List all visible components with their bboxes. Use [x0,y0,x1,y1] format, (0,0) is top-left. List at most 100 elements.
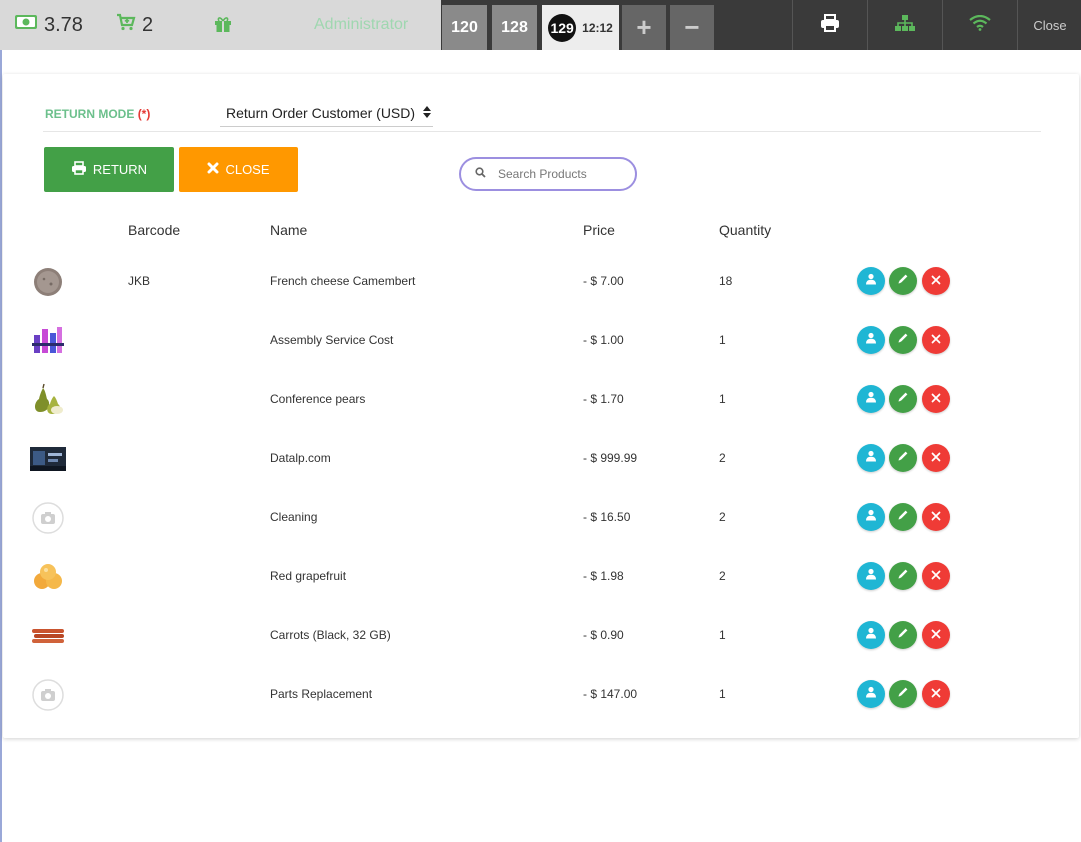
delete-item-button[interactable] [922,326,950,354]
pencil-icon [897,390,909,408]
cash-icon [14,13,38,37]
search-input[interactable] [496,166,620,182]
edit-item-button[interactable] [889,562,917,590]
product-thumbnail [30,677,66,713]
top-bar: 3.78 2 Administrator 120 128 129 12:12 +… [0,0,1081,50]
return-button[interactable]: RETURN [44,147,174,192]
assign-customer-button[interactable] [857,267,885,295]
edit-item-button[interactable] [889,267,917,295]
close-icon [931,390,941,408]
cheese-icon [34,268,62,296]
product-price: - $ 0.90 [583,628,624,642]
balance-value: 3.78 [44,13,83,36]
order-tab-label: 128 [501,18,528,36]
user-icon [865,331,877,349]
return-mode-value: Return Order Customer (USD) [226,104,416,121]
column-header-quantity: Quantity [719,222,772,238]
assign-customer-button[interactable] [857,444,885,472]
order-tab-120[interactable]: 120 [442,5,487,50]
delete-item-button[interactable] [922,680,950,708]
wifi-button[interactable] [942,0,1017,50]
active-order-time: 12:12 [582,20,613,35]
product-name: Parts Replacement [270,687,373,701]
assembly-icon [32,327,64,353]
assign-customer-button[interactable] [857,680,885,708]
pencil-icon [897,685,909,703]
close-session-button[interactable]: Close [1017,0,1081,50]
edit-item-button[interactable] [889,326,917,354]
active-order-number: 129 [548,13,577,42]
pears-icon [35,383,63,414]
assign-customer-button[interactable] [857,621,885,649]
product-name: Assembly Service Cost [270,333,394,347]
product-barcode: JKB [128,274,151,288]
table-row[interactable]: Carrots (Black, 32 GB) - $ 0.90 1 [0,606,1081,665]
assign-customer-button[interactable] [857,503,885,531]
top-bar-status-area: 3.78 2 Administrator [0,0,441,50]
product-quantity: 2 [719,510,726,524]
product-quantity: 18 [719,274,733,288]
close-icon [931,567,941,585]
product-quantity: 2 [719,569,726,583]
table-row[interactable]: Assembly Service Cost - $ 1.00 1 [0,311,1081,370]
product-name: Cleaning [270,510,318,524]
product-name: French cheese Camembert [270,274,416,288]
assign-customer-button[interactable] [857,562,885,590]
add-order-button[interactable]: + [622,5,666,50]
cart-count-value: 2 [142,13,154,36]
remove-order-button[interactable]: − [670,5,714,50]
assign-customer-button[interactable] [857,385,885,413]
delete-item-button[interactable] [922,621,950,649]
printer-icon [71,161,87,178]
product-thumbnail [30,618,66,654]
print-button[interactable] [792,0,867,50]
pencil-icon [897,331,909,349]
delete-item-button[interactable] [922,267,950,295]
close-icon [207,162,219,177]
edit-item-button[interactable] [889,621,917,649]
delete-item-button[interactable] [922,562,950,590]
gift-button[interactable] [214,15,232,39]
order-tab-128[interactable]: 128 [492,5,537,50]
camera-placeholder-icon [32,679,64,711]
edit-item-button[interactable] [889,503,917,531]
delete-item-button[interactable] [922,503,950,531]
product-price: - $ 1.70 [583,392,624,406]
table-row[interactable]: Conference pears - $ 1.70 1 [0,370,1081,429]
column-header-name: Name [270,222,308,238]
delete-item-button[interactable] [922,385,950,413]
close-button[interactable]: CLOSE [179,147,298,192]
table-row[interactable]: Cleaning - $ 16.50 2 [0,488,1081,547]
return-mode-select[interactable]: Return Order Customer (USD) [220,99,433,127]
edit-item-button[interactable] [889,680,917,708]
camera-placeholder-icon [32,502,64,534]
network-button[interactable] [867,0,942,50]
return-mode-label: RETURN MODE (*) [45,107,150,121]
product-thumbnail [30,382,66,418]
user-icon [865,449,877,467]
column-header-barcode: Barcode [128,222,181,238]
table-row[interactable]: Red grapefruit - $ 1.98 2 [0,547,1081,606]
edit-item-button[interactable] [889,444,917,472]
delete-item-button[interactable] [922,444,950,472]
edit-item-button[interactable] [889,385,917,413]
user-icon [865,685,877,703]
product-thumbnail [30,559,66,595]
carrots-icon [32,629,64,643]
product-price: - $ 16.50 [583,510,631,524]
user-icon [865,626,877,644]
product-price: - $ 147.00 [583,687,638,701]
table-row[interactable]: JKB French cheese Camembert - $ 7.00 18 [0,252,1081,311]
product-thumbnail [30,500,66,536]
product-thumbnail [30,323,66,359]
assign-customer-button[interactable] [857,326,885,354]
product-price: - $ 1.00 [583,333,624,347]
table-row[interactable]: Parts Replacement - $ 147.00 1 [0,665,1081,724]
form-divider [43,131,1041,132]
order-tab-active[interactable]: 129 12:12 [542,5,619,50]
product-quantity: 1 [719,333,726,347]
sort-arrows-icon [423,105,431,121]
table-row[interactable]: Datalp.com - $ 999.99 2 [0,429,1081,488]
product-price: - $ 7.00 [583,274,624,288]
user-icon [865,272,877,290]
